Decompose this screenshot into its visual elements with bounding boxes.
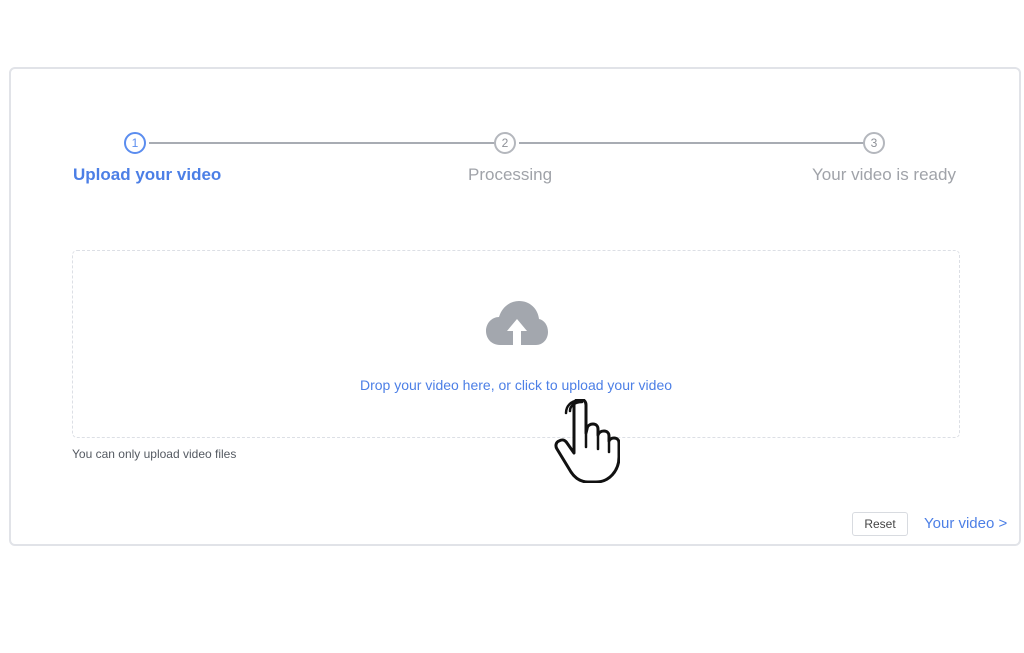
step-1-label: Upload your video [73, 165, 222, 184]
step-connector [519, 142, 865, 144]
step-3-indicator: 3 [863, 132, 885, 154]
your-video-link[interactable]: Your video > [924, 515, 1007, 532]
step-2-indicator: 2 [494, 132, 516, 154]
step-3-label: Your video is ready [812, 165, 956, 184]
dropzone-text[interactable]: Drop your video here, or click to upload… [73, 377, 959, 393]
video-dropzone[interactable]: Drop your video here, or click to upload… [72, 250, 960, 438]
step-2-label: Processing [468, 165, 553, 184]
pointer-hand-icon [554, 399, 620, 483]
step-1-indicator: 1 [124, 132, 146, 154]
step-connector [149, 142, 495, 144]
progress-steps: 1 2 3 Upload your video Processing Your … [11, 69, 1023, 189]
reset-button[interactable]: Reset [852, 512, 908, 536]
upload-card: 1 2 3 Upload your video Processing Your … [9, 67, 1021, 546]
upload-hint: You can only upload video files [72, 447, 237, 461]
cloud-upload-icon [486, 301, 548, 345]
